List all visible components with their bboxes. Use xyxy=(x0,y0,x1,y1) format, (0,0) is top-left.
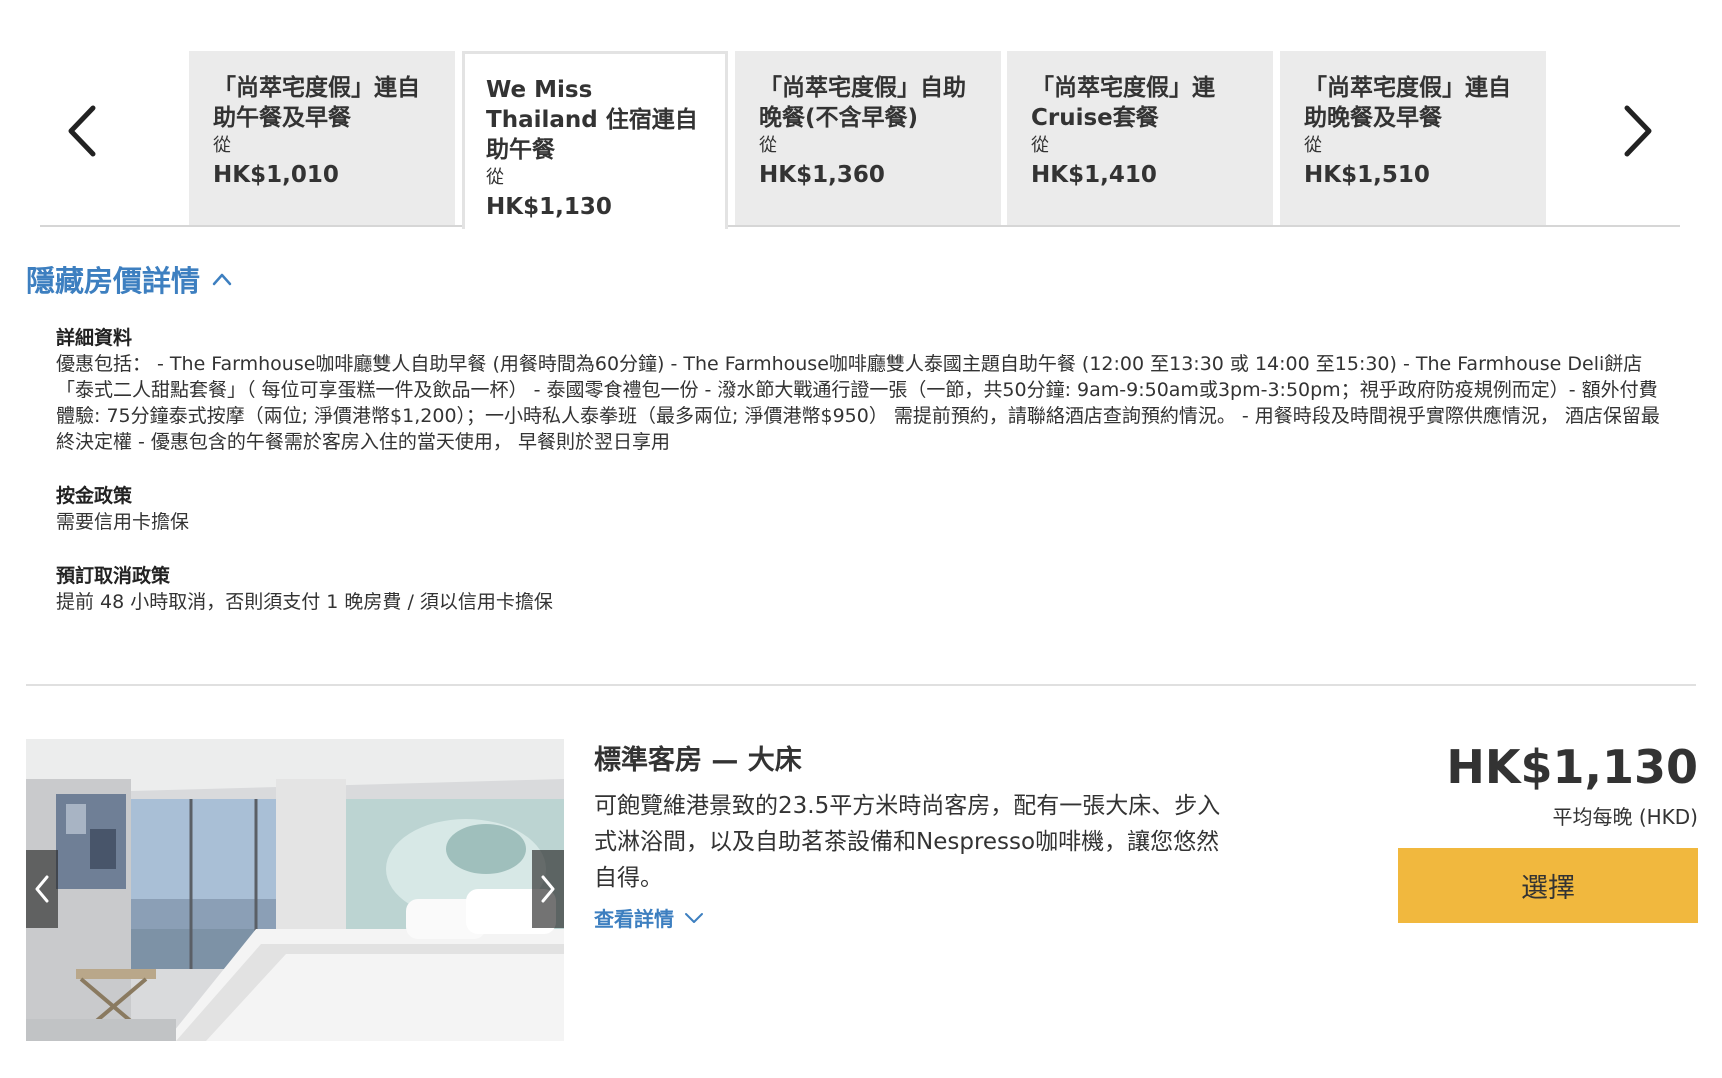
deposit-policy-text: 需要信用卡擔保 xyxy=(56,511,190,533)
more-details-label: 查看詳情 xyxy=(594,907,674,931)
rate-tab-from: 從 xyxy=(486,167,504,188)
room-title: 標準客房 — 大床 xyxy=(594,745,802,776)
cancel-policy-text: 提前 48 小時取消，否則須支付 1 晚房費 / 須以信用卡擔保 xyxy=(56,591,553,613)
details-info-title: 詳細資料 xyxy=(56,327,133,349)
carousel-prev-button[interactable] xyxy=(52,91,112,171)
rate-details: 詳細資料 優惠包括： - The Farmhouse咖啡廳雙人自助早餐 (用餐時… xyxy=(56,325,1666,643)
select-room-button[interactable]: 選擇 xyxy=(1398,848,1698,923)
rate-tab-price: HK$1,010 xyxy=(213,162,339,188)
rate-tab[interactable]: 「尚萃宅度假」連自助午餐及早餐 從 HK$1,010 xyxy=(189,51,455,225)
rate-tab-price: HK$1,130 xyxy=(486,194,612,220)
rate-tab-from: 從 xyxy=(1031,135,1049,156)
cancel-policy-section: 預訂取消政策 提前 48 小時取消，否則須支付 1 晚房費 / 須以信用卡擔保 xyxy=(56,563,1666,615)
room-more-details-link[interactable]: 查看詳情 xyxy=(594,903,704,932)
chevron-down-icon xyxy=(685,912,703,923)
carousel-next-button[interactable] xyxy=(1608,91,1668,171)
rate-tab-price: HK$1,410 xyxy=(1031,162,1157,188)
hide-rate-details-toggle[interactable]: 隱藏房價詳情 xyxy=(26,258,232,300)
rate-tab-from: 從 xyxy=(1304,135,1322,156)
chevron-left-icon xyxy=(68,105,96,157)
cancel-policy-title: 預訂取消政策 xyxy=(56,565,171,587)
rate-tab-name: 「尚萃宅度假」自助晚餐(不含早餐) xyxy=(759,75,966,131)
rate-tab[interactable]: 「尚萃宅度假」連Cruise套餐 從 HK$1,410 xyxy=(1007,51,1273,225)
rate-tab-name: 「尚萃宅度假」連自助晚餐及早餐 xyxy=(1304,75,1511,131)
rate-tab-from: 從 xyxy=(759,135,777,156)
chevron-left-icon xyxy=(35,875,49,903)
rate-tab-name: 「尚萃宅度假」連Cruise套餐 xyxy=(1031,75,1215,131)
room-photo xyxy=(26,739,564,1041)
chevron-up-icon xyxy=(212,273,232,286)
details-info-text: 優惠包括： - The Farmhouse咖啡廳雙人自助早餐 (用餐時間為60分… xyxy=(56,353,1660,453)
room-price-note: 平均每晚 (HKD) xyxy=(1552,805,1698,829)
tabs-baseline xyxy=(40,225,1680,227)
deposit-policy-title: 按金政策 xyxy=(56,485,133,507)
deposit-policy-section: 按金政策 需要信用卡擔保 xyxy=(56,483,1666,535)
room-price: HK$1,130 xyxy=(1446,740,1698,794)
room-image-carousel xyxy=(26,739,564,1041)
rate-tab-price: HK$1,510 xyxy=(1304,162,1430,188)
rate-tab-from: 從 xyxy=(213,135,231,156)
details-info-section: 詳細資料 優惠包括： - The Farmhouse咖啡廳雙人自助早餐 (用餐時… xyxy=(56,325,1666,455)
section-divider xyxy=(26,684,1696,686)
chevron-right-icon xyxy=(541,875,555,903)
image-next-button[interactable] xyxy=(532,850,564,928)
rate-tabs-carousel: 「尚萃宅度假」連自助午餐及早餐 從 HK$1,010 We Miss Thail… xyxy=(40,51,1680,229)
chevron-right-icon xyxy=(1624,105,1652,157)
rate-tab-active[interactable]: We Miss Thailand 住宿連自助午餐 從 HK$1,130 xyxy=(462,51,728,229)
rate-tab-price: HK$1,360 xyxy=(759,162,885,188)
rate-tab[interactable]: 「尚萃宅度假」自助晚餐(不含早餐) 從 HK$1,360 xyxy=(735,51,1001,225)
toggle-label: 隱藏房價詳情 xyxy=(26,264,201,298)
rate-tab[interactable]: 「尚萃宅度假」連自助晚餐及早餐 從 HK$1,510 xyxy=(1280,51,1546,225)
rate-tab-name: We Miss Thailand 住宿連自助午餐 xyxy=(486,77,698,163)
room-description: 可飽覽維港景致的23.5平方米時尚客房，配有一張大床、步入式淋浴間，以及自助茗茶… xyxy=(594,793,1221,891)
rate-tab-name: 「尚萃宅度假」連自助午餐及早餐 xyxy=(213,75,420,131)
image-prev-button[interactable] xyxy=(26,850,58,928)
